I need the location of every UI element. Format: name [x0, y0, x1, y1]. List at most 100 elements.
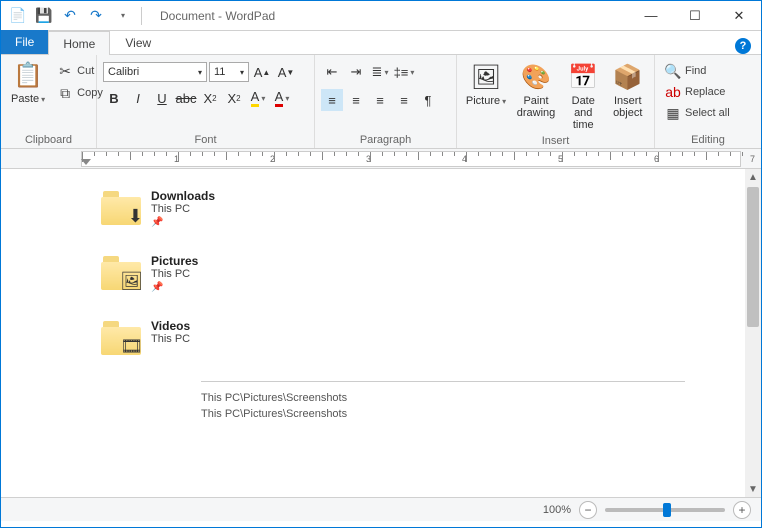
- folder-overlay-icon: ⬇: [128, 206, 143, 227]
- align-right-button[interactable]: ≡: [369, 89, 391, 111]
- home-tab[interactable]: Home: [48, 31, 110, 55]
- copy-icon: ⧉: [57, 85, 73, 101]
- folder-name: Pictures: [151, 254, 198, 268]
- font-group: Calibri▾ 11▾ A▲ A▼ B I U abc X2 X2 A A F…: [97, 55, 315, 148]
- highlight-button[interactable]: A: [247, 87, 269, 109]
- save-icon[interactable]: 💾: [33, 5, 55, 27]
- scroll-up-icon[interactable]: ▲: [745, 169, 761, 185]
- find-icon: 🔍: [665, 63, 681, 79]
- pin-icon: 📌: [151, 282, 198, 293]
- folder-text: Videos This PC: [151, 319, 190, 345]
- redo-icon[interactable]: ↷: [85, 5, 107, 27]
- zoom-slider-thumb[interactable]: [663, 503, 671, 517]
- scroll-thumb[interactable]: [747, 187, 759, 327]
- ruler-indent-marker[interactable]: [81, 159, 91, 165]
- line-spacing-button[interactable]: ‡≡: [393, 61, 415, 83]
- paint-drawing-button[interactable]: 🎨Paint drawing: [513, 59, 559, 121]
- paste-icon: 📋: [12, 59, 44, 91]
- folder-location: This PC: [151, 333, 190, 345]
- document-area: ⬇ Downloads This PC 📌 🖼 Pictures This PC…: [1, 169, 761, 497]
- shrink-font-button[interactable]: A▼: [275, 61, 297, 83]
- quick-access-toolbar: 📄 💾 ↶ ↷: [1, 5, 152, 27]
- insert-object-button[interactable]: 📦Insert object: [608, 59, 649, 121]
- decrease-indent-button[interactable]: ⇤: [321, 61, 343, 83]
- bold-button[interactable]: B: [103, 87, 125, 109]
- zoom-out-button[interactable]: −: [579, 501, 597, 519]
- close-button[interactable]: ✕: [717, 1, 761, 31]
- editing-group: 🔍Find abReplace ▦Select all Editing: [655, 55, 761, 148]
- group-label: Insert: [463, 133, 648, 149]
- font-name-select[interactable]: Calibri▾: [103, 62, 207, 82]
- folder-text: Downloads This PC 📌: [151, 189, 215, 228]
- ruler-strip: 1234567: [81, 151, 741, 167]
- folder-icon: ⬇: [101, 189, 141, 225]
- font-color-button[interactable]: A: [271, 87, 293, 109]
- paragraph-group: ⇤ ⇥ ≣ ‡≡ ≡ ≡ ≡ ≡ ¶ Paragraph: [315, 55, 457, 148]
- select-all-button[interactable]: ▦Select all: [661, 103, 734, 123]
- view-tab[interactable]: View: [110, 30, 166, 54]
- justify-button[interactable]: ≡: [393, 89, 415, 111]
- minimize-button[interactable]: —: [629, 1, 673, 31]
- align-center-button[interactable]: ≡: [345, 89, 367, 111]
- folder-location: This PC: [151, 268, 198, 280]
- ribbon-tabs: File Home View ?: [1, 31, 761, 55]
- maximize-button[interactable]: ☐: [673, 1, 717, 31]
- folder-location: This PC: [151, 203, 215, 215]
- group-label: Font: [103, 132, 308, 148]
- object-icon: 📦: [612, 61, 644, 93]
- date-time-button[interactable]: 📅Date and time: [563, 59, 604, 133]
- strikethrough-button[interactable]: abc: [175, 87, 197, 109]
- status-bar: 100% − +: [1, 497, 761, 521]
- pin-icon: 📌: [151, 217, 215, 228]
- divider: [201, 381, 685, 382]
- path-text: This PC\Pictures\Screenshots: [201, 408, 745, 420]
- folder-overlay-icon: 🖼: [120, 271, 143, 292]
- font-size-select[interactable]: 11▾: [209, 62, 249, 82]
- paint-icon: 🎨: [520, 61, 552, 93]
- subscript-button[interactable]: X2: [199, 87, 221, 109]
- italic-button[interactable]: I: [127, 87, 149, 109]
- find-button[interactable]: 🔍Find: [661, 61, 710, 81]
- select-all-icon: ▦: [665, 105, 681, 121]
- ruler-number: 7: [750, 154, 755, 164]
- wordpad-icon[interactable]: 📄: [7, 5, 29, 27]
- ribbon: 📋 Paste ✂Cut ⧉Copy Clipboard Calibri▾ 11…: [1, 55, 761, 149]
- calendar-icon: 📅: [567, 61, 599, 93]
- picture-icon: 🖼: [470, 61, 502, 93]
- undo-icon[interactable]: ↶: [59, 5, 81, 27]
- folder-item: 🎞 Videos This PC: [101, 319, 745, 355]
- window-controls: — ☐ ✕: [629, 1, 761, 31]
- folder-text: Pictures This PC 📌: [151, 254, 198, 293]
- zoom-slider[interactable]: [605, 508, 725, 512]
- folder-icon: 🎞: [101, 319, 141, 355]
- vertical-scrollbar[interactable]: ▲ ▼: [745, 169, 761, 497]
- scroll-down-icon[interactable]: ▼: [745, 481, 761, 497]
- replace-button[interactable]: abReplace: [661, 82, 729, 102]
- replace-icon: ab: [665, 84, 681, 100]
- grow-font-button[interactable]: A▲: [251, 61, 273, 83]
- document-content[interactable]: ⬇ Downloads This PC 📌 🖼 Pictures This PC…: [1, 169, 745, 497]
- path-text: This PC\Pictures\Screenshots: [201, 392, 745, 404]
- increase-indent-button[interactable]: ⇥: [345, 61, 367, 83]
- file-tab[interactable]: File: [1, 30, 48, 54]
- folder-item: 🖼 Pictures This PC 📌: [101, 254, 745, 293]
- zoom-in-button[interactable]: +: [733, 501, 751, 519]
- paragraph-dialog-button[interactable]: ¶: [417, 89, 439, 111]
- help-icon[interactable]: ?: [735, 38, 751, 54]
- separator: [141, 7, 142, 25]
- folder-icon: 🖼: [101, 254, 141, 290]
- insert-group: 🖼Picture 🎨Paint drawing 📅Date and time 📦…: [457, 55, 655, 148]
- bullets-button[interactable]: ≣: [369, 61, 391, 83]
- qat-customize-icon[interactable]: [111, 5, 133, 27]
- folder-name: Downloads: [151, 189, 215, 203]
- folder-overlay-icon: 🎞: [120, 336, 143, 357]
- align-left-button[interactable]: ≡: [321, 89, 343, 111]
- folder-item: ⬇ Downloads This PC 📌: [101, 189, 745, 228]
- zoom-label: 100%: [543, 504, 571, 516]
- group-label: Editing: [661, 132, 755, 148]
- ruler[interactable]: 1234567: [1, 149, 761, 169]
- underline-button[interactable]: U: [151, 87, 173, 109]
- picture-button[interactable]: 🖼Picture: [463, 59, 509, 109]
- paste-button[interactable]: 📋 Paste: [7, 57, 49, 107]
- superscript-button[interactable]: X2: [223, 87, 245, 109]
